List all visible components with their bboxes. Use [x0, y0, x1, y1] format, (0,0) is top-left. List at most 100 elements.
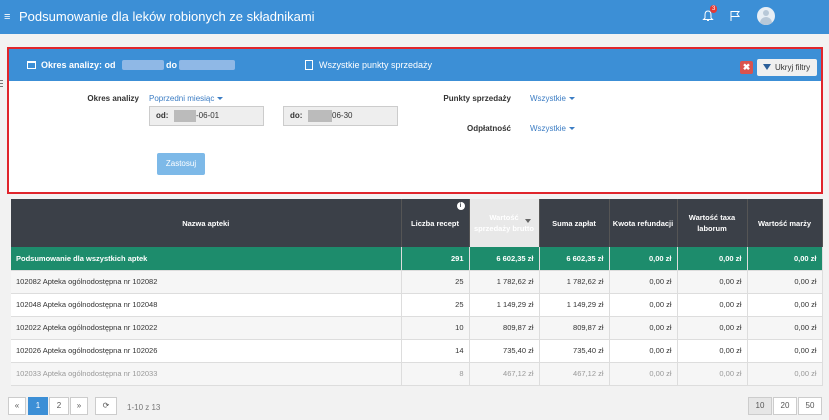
- column-header[interactable]: i Liczba recept: [401, 199, 470, 247]
- value-cell: 0,00 zł: [747, 316, 823, 340]
- pharmacy-name-cell: 102026 Apteka ogólnodostępna nr 102026: [11, 339, 402, 363]
- value-cell: 0,00 zł: [747, 339, 823, 363]
- value-cell: 8: [401, 362, 470, 386]
- points-label: Punkty sprzedaży: [443, 94, 511, 103]
- page-2-button[interactable]: 2: [49, 397, 69, 415]
- table-row[interactable]: 102048 Apteka ogólnodostępna nr 102048 25…: [11, 293, 823, 317]
- redacted-year: [174, 110, 196, 122]
- points-dropdown-value: Wszystkie: [530, 94, 566, 103]
- hide-filters-button[interactable]: Ukryj filtry: [757, 59, 817, 76]
- value-cell: 0,00 zł: [677, 270, 748, 294]
- column-header[interactable]: Suma zapłat: [539, 199, 610, 247]
- value-cell: 0,00 zł: [609, 293, 678, 317]
- column-header-label: Wartość marży: [757, 218, 812, 228]
- pharmacy-name-cell: 102048 Apteka ogólnodostępna nr 102048: [11, 293, 402, 317]
- payment-dropdown[interactable]: Wszystkie: [530, 124, 575, 133]
- clear-filters-button[interactable]: ✖: [740, 61, 753, 74]
- redacted-date: [179, 60, 235, 70]
- table-row[interactable]: 102022 Apteka ogólnodostępna nr 102022 10…: [11, 316, 823, 340]
- value-cell: 291: [401, 247, 470, 271]
- value-cell: 0,00 zł: [609, 316, 678, 340]
- value-cell: 0,00 zł: [609, 270, 678, 294]
- chevron-down-icon: [569, 127, 575, 131]
- menu-icon[interactable]: ≡: [4, 11, 10, 23]
- date-from-field[interactable]: od: -06-01: [149, 106, 264, 126]
- hide-filters-label: Ukryj filtry: [775, 63, 811, 72]
- period-dropdown[interactable]: Poprzedni miesiąc: [149, 94, 224, 103]
- filter-header: Okres analizy: od do Wszystkie punkty sp…: [9, 49, 821, 81]
- date-to-label: do:: [290, 111, 303, 120]
- period-to-label: do: [166, 60, 177, 70]
- refresh-icon[interactable]: ⟳: [95, 397, 117, 415]
- value-cell: 25: [401, 293, 470, 317]
- page-size-10[interactable]: 10: [748, 397, 772, 415]
- avatar[interactable]: [757, 7, 775, 25]
- calendar-icon: [27, 61, 36, 69]
- table-row[interactable]: 102033 Apteka ogólnodostępna nr 102033 8 4…: [11, 362, 823, 386]
- column-header-label: Nazwa apteki: [182, 218, 230, 228]
- column-header-label: Liczba recept: [411, 218, 459, 228]
- table-row[interactable]: 102026 Apteka ogólnodostępna nr 102026 14…: [11, 339, 823, 363]
- page-size-20[interactable]: 20: [773, 397, 797, 415]
- chevron-down-icon: [217, 97, 224, 101]
- top-bar: ≡ Podsumowanie dla leków robionych ze sk…: [0, 0, 829, 34]
- column-header[interactable]: Wartość taxa laborum: [677, 199, 748, 247]
- column-header-label: Wartość taxa laborum: [688, 213, 736, 233]
- sort-desc-icon: [524, 219, 531, 223]
- value-cell: 0,00 zł: [677, 293, 748, 317]
- value-cell: 0,00 zł: [609, 362, 678, 386]
- prev-page-button[interactable]: «: [8, 397, 26, 415]
- value-cell: 0,00 zł: [609, 339, 678, 363]
- column-header[interactable]: Nazwa apteki: [11, 199, 402, 247]
- value-cell: 14: [401, 339, 470, 363]
- value-cell: 1 782,62 zł: [469, 270, 540, 294]
- flag-icon[interactable]: [729, 10, 741, 22]
- redacted-date: [122, 60, 164, 70]
- period-label: Okres analizy: [87, 94, 139, 103]
- date-from-label: od:: [156, 111, 169, 120]
- side-resize-handle[interactable]: [0, 80, 3, 170]
- page-size-50[interactable]: 50: [798, 397, 822, 415]
- pharmacy-name-cell: Podsumowanie dla wszystkich aptek: [11, 247, 402, 271]
- date-to-value: 06-30: [332, 111, 353, 120]
- value-cell: 735,40 zł: [539, 339, 610, 363]
- value-cell: 0,00 zł: [677, 247, 748, 271]
- document-icon: [305, 60, 313, 70]
- table-header-row: Nazwa apteki i Liczba recept Wartość sprzed…: [11, 199, 823, 247]
- table-row[interactable]: 102082 Apteka ogólnodostępna nr 102082 25…: [11, 270, 823, 294]
- info-icon[interactable]: i: [456, 202, 465, 210]
- date-to-field[interactable]: do: 06-30: [283, 106, 398, 126]
- column-header[interactable]: Wartość sprzedaży brutto: [469, 199, 540, 247]
- filter-icon: [763, 64, 771, 70]
- pharmacy-name-cell: 102022 Apteka ogólnodostępna nr 102022: [11, 316, 402, 340]
- period-dropdown-value: Poprzedni miesiąc: [149, 94, 215, 103]
- column-header-label: Suma zapłat: [552, 218, 596, 228]
- pharmacy-name-cell: 102033 Apteka ogólnodostępna nr 102033: [11, 362, 402, 386]
- column-header-label: Kwota refundacji: [612, 218, 674, 228]
- value-cell: 467,12 zł: [469, 362, 540, 386]
- pharmacy-name-cell: 102082 Apteka ogólnodostępna nr 102082: [11, 270, 402, 294]
- page-title: Podsumowanie dla leków robionych ze skła…: [19, 9, 315, 24]
- value-cell: 6 602,35 zł: [469, 247, 540, 271]
- notification-badge: 3: [710, 5, 718, 13]
- value-cell: 1 782,62 zł: [539, 270, 610, 294]
- period-summary-label: Okres analizy: od: [41, 60, 116, 70]
- page-1-button[interactable]: 1: [28, 397, 48, 415]
- summary-row[interactable]: Podsumowanie dla wszystkich aptek 291 6 60…: [11, 247, 823, 271]
- column-header[interactable]: Wartość marży: [747, 199, 823, 247]
- column-header[interactable]: Kwota refundacji: [609, 199, 678, 247]
- next-page-button[interactable]: »: [70, 397, 88, 415]
- value-cell: 735,40 zł: [469, 339, 540, 363]
- pharmacy-table: Nazwa apteki i Liczba recept Wartość sprzed…: [11, 199, 823, 386]
- value-cell: 10: [401, 316, 470, 340]
- value-cell: 0,00 zł: [747, 247, 823, 271]
- value-cell: 0,00 zł: [747, 270, 823, 294]
- points-dropdown[interactable]: Wszystkie: [530, 94, 575, 103]
- points-summary-label: Wszystkie punkty sprzedaży: [319, 60, 433, 70]
- value-cell: 0,00 zł: [747, 362, 823, 386]
- value-cell: 809,87 zł: [539, 316, 610, 340]
- value-cell: 0,00 zł: [677, 316, 748, 340]
- apply-button[interactable]: Zastosuj: [157, 153, 205, 175]
- value-cell: 0,00 zł: [747, 293, 823, 317]
- value-cell: 25: [401, 270, 470, 294]
